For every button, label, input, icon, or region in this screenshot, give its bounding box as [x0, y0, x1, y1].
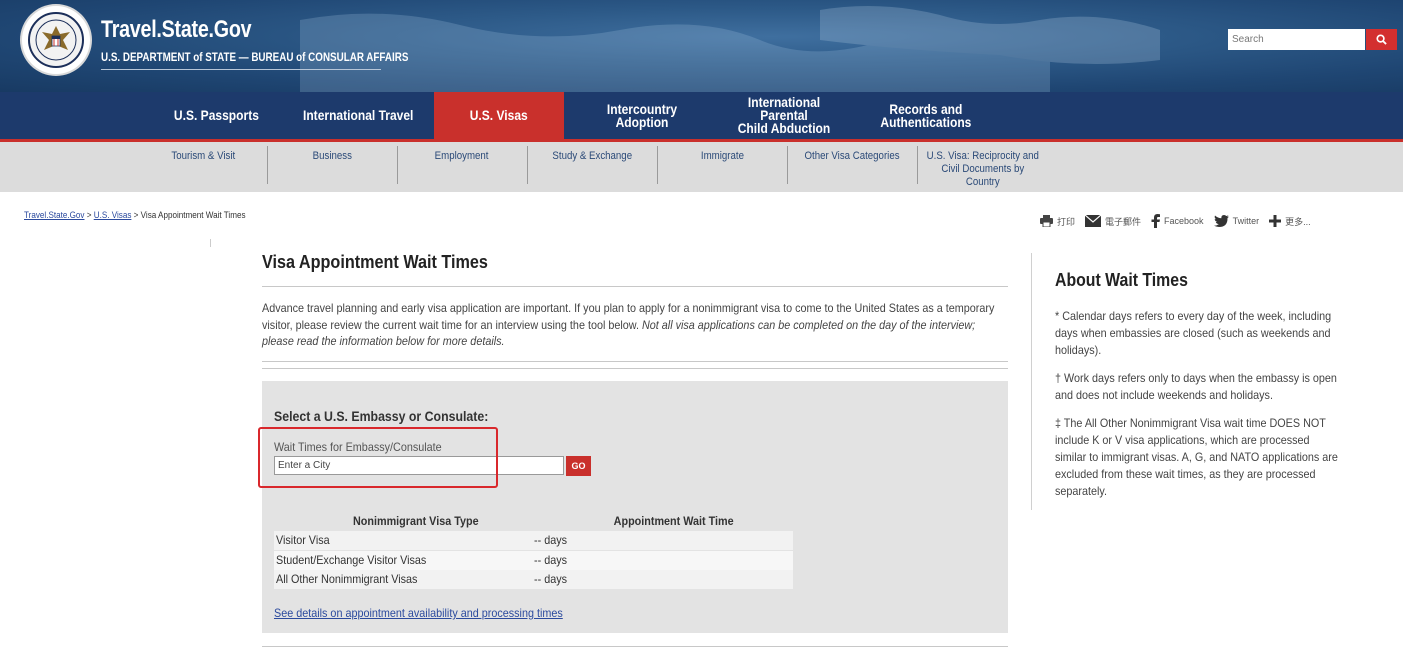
table-row: Student/Exchange Visitor Visas -- days	[274, 551, 793, 570]
nav-international-parental-child-abduction[interactable]: International Parental Child Abduction	[714, 92, 854, 139]
title-divider	[262, 286, 1008, 287]
subnav-other-visa-categories[interactable]: Other Visa Categories	[788, 142, 916, 182]
table-row: All Other Nonimmigrant Visas -- days	[274, 570, 793, 589]
search-icon	[1376, 34, 1387, 45]
print-icon[interactable]	[1040, 215, 1053, 227]
breadcrumb-current: Visa Appointment Wait Times	[140, 210, 246, 220]
search-input[interactable]	[1228, 29, 1365, 50]
sidebar-divider	[1031, 253, 1032, 510]
wait-time-cell: -- days	[534, 572, 568, 586]
table-header-visa-type: Nonimmigrant Visa Type	[352, 514, 479, 528]
subtitle-divider	[101, 69, 381, 70]
visa-type-cell: Visitor Visa	[276, 533, 330, 547]
site-title[interactable]: Travel.State.Gov	[101, 16, 252, 44]
subnav-tourism-visit[interactable]: Tourism & Visit	[140, 142, 266, 182]
nav-intercountry-adoption[interactable]: Intercountry Adoption	[572, 92, 712, 139]
breadcrumb-home-link[interactable]: Travel.State.Gov	[24, 210, 84, 220]
sidebar-title: About Wait Times	[1055, 270, 1188, 290]
bottom-divider	[262, 646, 1008, 647]
site-subtitle: U.S. DEPARTMENT of STATE — BUREAU of CON…	[101, 50, 409, 64]
table-row: Visitor Visa -- days	[274, 531, 793, 550]
breadcrumb-visas-link[interactable]: U.S. Visas	[94, 210, 132, 220]
page-title: Visa Appointment Wait Times	[262, 252, 488, 272]
print-label[interactable]: 打印	[1057, 215, 1075, 228]
sidebar-note-other-visas: ‡ The All Other Nonimmigrant Visa wait t…	[1055, 416, 1338, 498]
more-label[interactable]: 更多...	[1285, 215, 1311, 228]
nav-us-passports[interactable]: U.S. Passports	[158, 92, 274, 139]
twitter-label[interactable]: Twitter	[1233, 216, 1260, 226]
intro-divider-bottom	[262, 368, 1008, 369]
subnav-reciprocity[interactable]: U.S. Visa: Reciprocity and Civil Documen…	[918, 142, 1048, 188]
email-icon[interactable]	[1085, 215, 1102, 227]
appointment-details-link[interactable]: See details on appointment availability …	[274, 606, 563, 620]
share-bar: 打印 電子郵件 Facebook Twitter 更多...	[1040, 214, 1317, 228]
visa-type-cell: All Other Nonimmigrant Visas	[276, 572, 418, 586]
nav-records-and-authentications[interactable]: Records and Authentications	[864, 92, 988, 139]
email-label[interactable]: 電子郵件	[1105, 215, 1141, 228]
header-banner: Travel.State.Gov U.S. DEPARTMENT of STAT…	[0, 0, 1403, 92]
go-button[interactable]: GO	[566, 456, 591, 476]
search-button[interactable]	[1366, 29, 1397, 50]
wait-time-cell: -- days	[534, 553, 568, 567]
breadcrumb: Travel.State.Gov > U.S. Visas > Visa App…	[24, 210, 246, 220]
sidebar-note-work-days: † Work days refers only to days when the…	[1055, 371, 1337, 402]
subnav-immigrate[interactable]: Immigrate	[658, 142, 786, 182]
subnav-business[interactable]: Business	[268, 142, 396, 182]
nav-us-visas[interactable]: U.S. Visas	[434, 92, 564, 139]
facebook-icon[interactable]	[1151, 214, 1161, 228]
wait-time-cell: -- days	[534, 533, 568, 547]
subnav-study-exchange[interactable]: Study & Exchange	[528, 142, 656, 182]
visa-type-cell: Student/Exchange Visitor Visas	[276, 553, 427, 567]
world-map-background	[300, 6, 1160, 92]
intro-paragraph: Advance travel planning and early visa a…	[262, 301, 995, 348]
subnav-employment[interactable]: Employment	[398, 142, 526, 182]
intro-divider-top	[262, 361, 1008, 362]
select-embassy-heading: Select a U.S. Embassy or Consulate:	[274, 408, 489, 424]
left-column-divider	[210, 239, 211, 247]
main-nav: U.S. Passports International Travel U.S.…	[0, 92, 1403, 142]
twitter-icon[interactable]	[1213, 215, 1229, 227]
highlight-box	[258, 427, 498, 488]
sidebar-note-calendar-days: * Calendar days refers to every day of t…	[1055, 309, 1332, 357]
facebook-label[interactable]: Facebook	[1164, 216, 1204, 226]
sub-nav: Tourism & Visit Business Employment Stud…	[0, 142, 1403, 192]
state-department-seal-icon[interactable]	[22, 6, 90, 74]
plus-icon[interactable]	[1269, 215, 1282, 227]
nav-international-travel[interactable]: International Travel	[290, 92, 426, 139]
table-header-wait-time: Appointment Wait Time	[613, 514, 734, 528]
